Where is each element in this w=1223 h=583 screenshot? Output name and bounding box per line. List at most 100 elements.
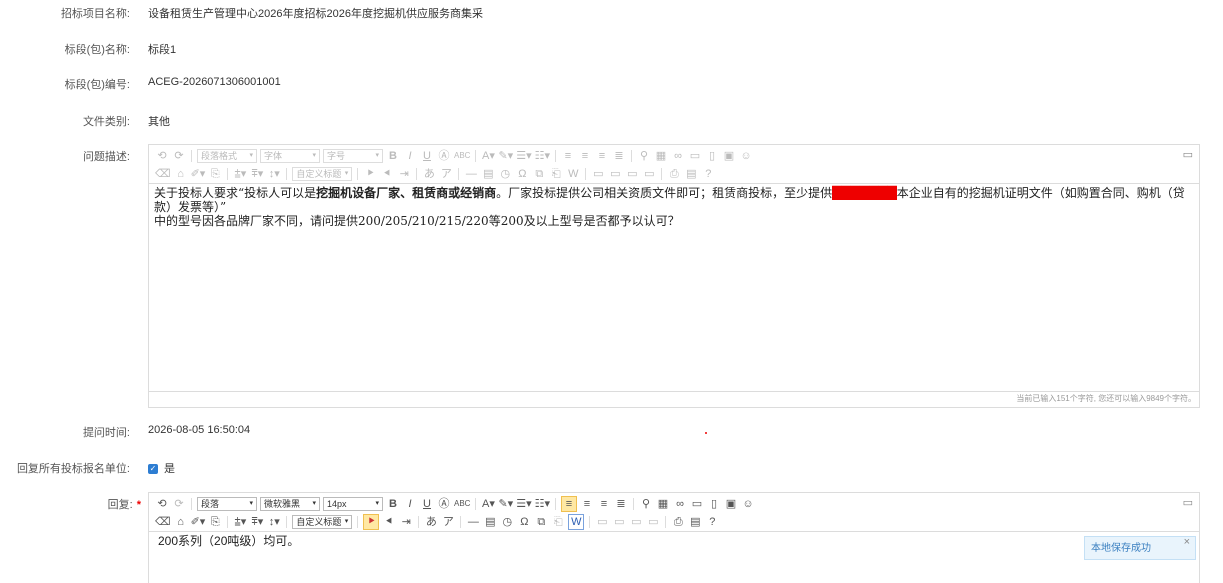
align-center-icon[interactable]: ≡ <box>580 497 594 511</box>
ltr-icon[interactable]: ⯈ <box>363 514 380 530</box>
bold-icon: B <box>389 150 397 162</box>
align-center-icon: ≡ <box>581 150 589 162</box>
page-break-icon[interactable]: ▯ <box>707 497 721 511</box>
font-family-select[interactable]: 微软雅黑 ▾ <box>260 497 320 511</box>
paste-plain-icon[interactable]: ⎗ <box>551 515 565 529</box>
custom-title-select: 自定义标题 ▾ <box>292 167 353 181</box>
image-icon[interactable]: ▣ <box>724 497 738 511</box>
reply-all-option-label: 是 <box>164 463 175 475</box>
link-icon[interactable]: ∞ <box>673 497 687 511</box>
preview-icon[interactable]: ▤ <box>688 515 702 529</box>
format-painter-icon: ⌂ <box>177 168 184 180</box>
close-icon[interactable]: × <box>1184 530 1190 554</box>
font-color-icon: A▾ <box>482 150 495 162</box>
paste-plain-icon: ⎗ <box>551 168 561 180</box>
font-size-select[interactable]: 14px ▾ <box>323 497 383 511</box>
unordered-list-icon: ☷▾ <box>534 150 550 162</box>
page-break-icon: ▯ <box>708 150 716 162</box>
link-icon: ∞ <box>674 150 682 162</box>
anchor-icon[interactable]: ▭ <box>690 497 704 511</box>
question-line-2: 中的型号因各品牌厂家不同，请问提供200/205/210/215/220等200… <box>154 214 680 228</box>
indent-icon[interactable]: ⇥ <box>399 515 413 529</box>
undo-icon[interactable]: ⟲ <box>155 497 169 511</box>
align-right-icon[interactable]: ≡ <box>597 497 611 511</box>
word-import-icon: W <box>568 168 579 180</box>
help-icon: ? <box>705 168 712 180</box>
special-char-icon[interactable]: Ω <box>517 515 531 529</box>
reply-all-checkbox-group[interactable]: ✓ 是 <box>148 460 175 476</box>
reply-all-checkbox[interactable]: ✓ <box>148 464 158 475</box>
required-marker: * <box>136 499 141 511</box>
unordered-list-icon[interactable]: ☷▾ <box>535 497 550 511</box>
align-justify-icon[interactable]: ≣ <box>614 497 628 511</box>
section-name-value: 标段1 <box>148 44 177 56</box>
format-painter-icon[interactable]: ⌂ <box>174 515 188 529</box>
date-icon: ▤ <box>483 168 494 180</box>
print-icon[interactable]: ⎙ <box>671 515 685 529</box>
question-content: 关于投标人要求“投标人可以是挖掘机设备厂家、租赁商或经销商。厂家投标提供公司相关… <box>149 183 1199 391</box>
print-icon: ⎙ <box>669 168 679 180</box>
split-cells-icon: ▭ <box>610 168 621 180</box>
ordered-list-icon[interactable]: ☰▾ <box>516 497 531 511</box>
to-simplified-icon: あ <box>423 168 435 180</box>
question-editor: ⟲ ⟳ 段落格式 ▾ 字体 ▾ 字号 ▾ B I U Ⓐ ABC A▾ ✎▾ ☰▾ ☷… <box>148 144 1200 408</box>
highlight-icon: ✎▾ <box>498 150 514 162</box>
section-code-label: 标段(包)编号: <box>64 79 130 91</box>
row-spacing-top-icon: ⩲▾ <box>234 168 247 180</box>
row-spacing-top-icon[interactable]: ⩲▾ <box>233 515 247 529</box>
strikethrough-icon: ABC <box>454 151 471 160</box>
section-code-value: ACEG-2026071306001001 <box>148 76 281 88</box>
align-left-icon: ≡ <box>564 150 572 162</box>
fullscreen-icon[interactable]: ▭ <box>1183 496 1193 509</box>
merge-cells-icon[interactable]: ▭ <box>595 515 609 529</box>
custom-title-select[interactable]: 自定义标题 ▾ <box>292 515 353 529</box>
brush-icon: ✐▾ <box>190 168 206 180</box>
brush-icon[interactable]: ✐▾ <box>191 515 206 529</box>
reply-label: 回复: * <box>107 499 141 511</box>
help-icon[interactable]: ? <box>705 515 719 529</box>
split-cells-icon[interactable]: ▭ <box>612 515 626 529</box>
eraser-icon[interactable]: ⌫ <box>155 515 171 529</box>
row-spacing-bottom-icon[interactable]: ⩱▾ <box>250 515 264 529</box>
to-traditional-icon[interactable]: ア <box>441 515 455 529</box>
reply-content[interactable]: 200系列（20吨级）均可。 <box>149 531 1199 576</box>
delete-row-icon[interactable]: ▭ <box>646 515 660 529</box>
reply-editor[interactable]: ⟲ ⟳ 段落 ▾ 微软雅黑 ▾ 14px ▾ B I U Ⓐ ABC A▾ ✎▾ ☰▾… <box>148 492 1200 583</box>
indent-icon: ⇥ <box>399 168 409 180</box>
insert-row-icon: ▭ <box>627 168 638 180</box>
redacted-text: ███████ <box>832 186 897 200</box>
ltr-icon: ⯈ <box>365 168 375 180</box>
paste-icon: ⎘ <box>210 168 220 180</box>
strikethrough-icon[interactable]: ABC <box>454 497 470 511</box>
font-border-icon: Ⓐ <box>438 150 450 162</box>
rtl-icon[interactable]: ⯇ <box>382 515 396 529</box>
insert-row-icon[interactable]: ▭ <box>629 515 643 529</box>
underline-icon[interactable]: U <box>420 497 434 511</box>
horizontal-rule-icon[interactable]: — <box>466 515 480 529</box>
section-name-label: 标段(包)名称: <box>64 44 130 56</box>
character-counter: 当前已输入151个字符, 您还可以输入9849个字符。 <box>149 391 1199 406</box>
table-icon[interactable]: ▦ <box>656 497 670 511</box>
attachment-icon[interactable]: ⚲ <box>639 497 653 511</box>
paragraph-format-select[interactable]: 段落 ▾ <box>197 497 257 511</box>
insert-frame-icon[interactable]: ⧉ <box>534 515 548 529</box>
question-label: 问题描述: <box>82 151 130 163</box>
paste-icon[interactable]: ⎘ <box>208 515 222 529</box>
redo-icon[interactable]: ⟳ <box>172 497 186 511</box>
highlight-icon[interactable]: ✎▾ <box>498 497 513 511</box>
align-left-icon[interactable]: ≡ <box>560 496 577 512</box>
date-icon[interactable]: ▤ <box>483 515 497 529</box>
word-import-icon[interactable]: W <box>568 514 585 530</box>
font-border-icon[interactable]: Ⓐ <box>437 497 451 511</box>
ordered-list-icon: ☰▾ <box>516 150 532 162</box>
time-icon[interactable]: ◷ <box>500 515 514 529</box>
font-family-select: 字体 ▾ <box>260 149 320 163</box>
undo-icon: ⟲ <box>157 150 167 162</box>
font-color-icon[interactable]: A▾ <box>481 497 495 511</box>
emoji-icon[interactable]: ☺ <box>741 497 755 511</box>
line-height-icon[interactable]: ↕▾ <box>267 515 281 529</box>
attachment-icon: ⚲ <box>639 150 649 162</box>
bold-icon[interactable]: B <box>386 497 400 511</box>
to-simplified-icon[interactable]: あ <box>424 515 438 529</box>
italic-icon[interactable]: I <box>403 497 417 511</box>
